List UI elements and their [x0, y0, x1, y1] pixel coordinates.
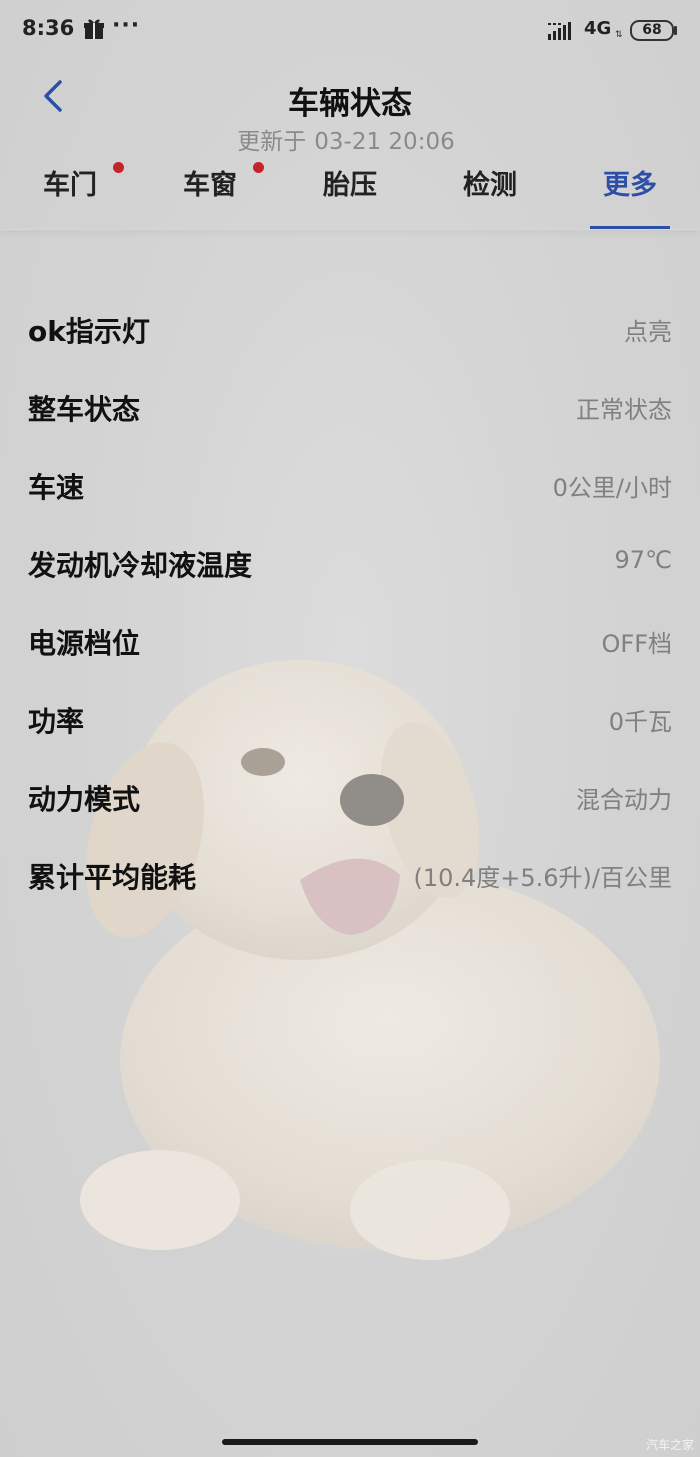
battery-tip	[674, 26, 677, 35]
list-item: 整车状态 正常状态	[0, 368, 700, 446]
item-value: 0公里/小时	[552, 474, 672, 502]
page-title: 车辆状态	[288, 86, 412, 122]
home-indicator[interactable]	[222, 1439, 478, 1445]
watermark: 汽车之家	[645, 1438, 694, 1452]
list-item: 功率 0千瓦	[0, 680, 700, 758]
item-label: 电源档位	[28, 627, 141, 660]
item-label: 整车状态	[28, 393, 141, 426]
tab-label: 车窗	[183, 170, 237, 201]
item-value: OFF档	[601, 630, 673, 658]
item-label: 动力模式	[28, 783, 141, 816]
battery-icon: 68	[630, 20, 674, 41]
notification-dot	[253, 162, 264, 173]
tab-tire-pressure[interactable]: 胎压	[280, 160, 420, 230]
item-label: 累计平均能耗	[28, 861, 197, 894]
tab-inspection[interactable]: 检测	[420, 160, 560, 230]
network-type: 4G	[584, 18, 612, 39]
list-item: 发动机冷却液温度 97℃	[0, 524, 700, 602]
update-timestamp: 更新于 03-21 20:06	[0, 122, 700, 156]
data-transfer-icon: ⇅	[615, 30, 623, 40]
item-label: 车速	[28, 471, 85, 504]
status-time: 8:36	[22, 16, 75, 40]
tab-more[interactable]: 更多	[560, 160, 700, 230]
update-time-value: 03-21 20:06	[314, 129, 455, 155]
list-item: 电源档位 OFF档	[0, 602, 700, 680]
tab-label: 车门	[43, 170, 97, 201]
active-tab-indicator	[590, 226, 670, 229]
status-bar: 8:36 ··· 4G ⇅ 68	[0, 0, 700, 62]
tab-label: 检测	[463, 170, 517, 201]
item-value: 0千瓦	[608, 708, 672, 736]
status-list: ok指示灯 点亮 整车状态 正常状态 车速 0公里/小时 发动机冷却液温度 97…	[0, 290, 700, 914]
notification-dot	[113, 162, 124, 173]
item-value: 正常状态	[576, 396, 672, 424]
update-prefix: 更新于	[237, 129, 307, 155]
item-value: (10.4度+5.6升)/百公里	[413, 864, 672, 892]
tab-label: 胎压	[323, 170, 377, 201]
gift-icon	[84, 19, 104, 39]
tab-bar: 车门 车窗 胎压 检测 更多	[0, 160, 700, 230]
item-value: 混合动力	[576, 786, 672, 814]
item-label: ok指示灯	[28, 315, 150, 348]
list-item: ok指示灯 点亮	[0, 290, 700, 368]
item-value: 97℃	[614, 546, 673, 574]
tab-windows[interactable]: 车窗	[140, 160, 280, 230]
item-value: 点亮	[624, 318, 672, 346]
item-label: 功率	[28, 705, 85, 738]
list-item: 车速 0公里/小时	[0, 446, 700, 524]
list-item: 动力模式 混合动力	[0, 758, 700, 836]
battery-level: 68	[642, 22, 662, 38]
signal-icon	[548, 22, 571, 40]
list-item: 累计平均能耗 (10.4度+5.6升)/百公里	[0, 836, 700, 914]
tab-doors[interactable]: 车门	[0, 160, 140, 230]
tab-label: 更多	[603, 170, 657, 201]
item-label: 发动机冷却液温度	[28, 549, 253, 582]
more-notifications-icon: ···	[112, 13, 141, 38]
